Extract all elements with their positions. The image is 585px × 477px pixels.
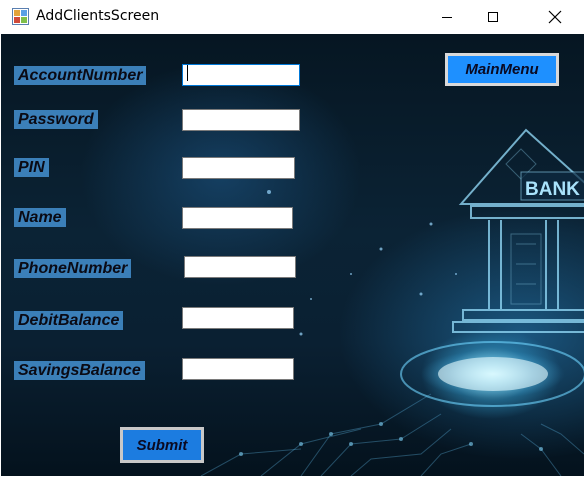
label-phone-number: PhoneNumber bbox=[14, 259, 132, 278]
bank-building-icon: BANK bbox=[200, 128, 584, 476]
label-debit-balance: DebitBalance bbox=[14, 311, 124, 330]
text-caret bbox=[187, 65, 188, 81]
minimize-icon bbox=[442, 17, 452, 18]
maximize-button[interactable] bbox=[470, 0, 516, 34]
account-number-input[interactable] bbox=[182, 64, 300, 86]
window-title: AddClientsScreen bbox=[36, 8, 160, 24]
label-pin: PIN bbox=[14, 158, 49, 177]
form-client-area: BANK AccountNumber Password PIN Name Pho… bbox=[1, 34, 584, 476]
maximize-icon bbox=[488, 12, 498, 22]
app-icon bbox=[12, 8, 29, 25]
label-account-number: AccountNumber bbox=[14, 66, 147, 85]
bank-sign-text: BANK bbox=[525, 179, 580, 200]
name-input[interactable] bbox=[182, 207, 293, 229]
label-password: Password bbox=[14, 110, 98, 129]
app-window: AddClientsScreen BANK AccountNumber Pass… bbox=[0, 0, 585, 477]
title-bar[interactable]: AddClientsScreen bbox=[0, 0, 585, 34]
minimize-button[interactable] bbox=[424, 0, 470, 34]
submit-button[interactable]: Submit bbox=[120, 427, 204, 463]
main-menu-button[interactable]: MainMenu bbox=[445, 53, 559, 86]
close-button[interactable] bbox=[532, 0, 578, 34]
label-name: Name bbox=[14, 208, 66, 227]
pin-input[interactable] bbox=[182, 157, 295, 179]
close-icon bbox=[548, 10, 562, 24]
label-savings-balance: SavingsBalance bbox=[14, 361, 145, 380]
debit-balance-input[interactable] bbox=[182, 307, 294, 329]
phone-number-input[interactable] bbox=[184, 256, 296, 278]
savings-balance-input[interactable] bbox=[182, 358, 294, 380]
password-input[interactable] bbox=[182, 109, 300, 131]
